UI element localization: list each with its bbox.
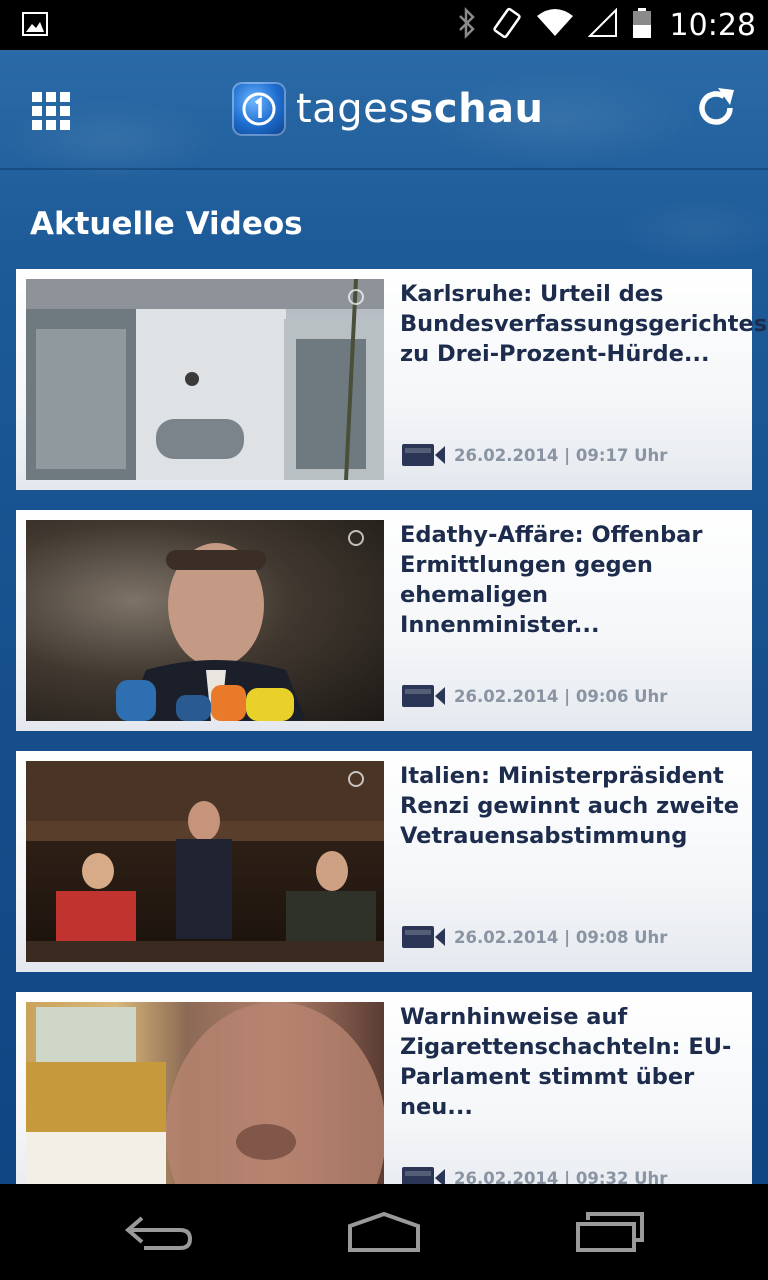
video-title: Italien: Ministerpräsident Renzi gewinnt…	[400, 763, 739, 849]
video-meta: 26.02.2014 | 09:32 Uhr	[402, 1166, 667, 1184]
video-card[interactable]: Edathy-Affäre: Offenbar Ermittlungen geg…	[16, 510, 752, 731]
video-camera-icon	[402, 685, 445, 707]
back-icon[interactable]	[124, 1210, 196, 1258]
wifi-icon	[536, 8, 574, 42]
video-meta: 26.02.2014 | 09:08 Uhr	[402, 925, 667, 949]
video-meta: 26.02.2014 | 09:17 Uhr	[402, 443, 667, 467]
video-thumbnail	[26, 1002, 384, 1184]
signal-icon	[587, 7, 618, 42]
bluetooth-icon	[456, 6, 478, 43]
status-time: 10:28	[669, 7, 756, 43]
grid-menu-icon[interactable]	[32, 92, 70, 130]
video-camera-icon	[402, 1167, 445, 1184]
video-card[interactable]: Italien: Ministerpräsident Renzi gewinnt…	[16, 751, 752, 972]
video-title: Edathy-Affäre: Offenbar Ermittlungen geg…	[400, 522, 703, 638]
video-date: 26.02.2014 | 09:08 Uhr	[454, 927, 668, 947]
battery-icon	[632, 7, 652, 43]
app-screen: tagesschau Aktuelle Videos Karlsruhe: Ur…	[0, 50, 768, 1184]
video-thumbnail	[26, 761, 384, 962]
logo-text-bold: schau	[409, 86, 544, 132]
video-date: 26.02.2014 | 09:17 Uhr	[454, 445, 668, 465]
recents-icon[interactable]	[574, 1210, 646, 1258]
video-title: Karlsruhe: Urteil des Bundesverfassungsg…	[400, 281, 768, 367]
refresh-icon[interactable]	[694, 86, 738, 130]
video-meta: 26.02.2014 | 09:06 Uhr	[402, 684, 667, 708]
navigation-bar	[0, 1184, 768, 1280]
status-bar: 10:28	[0, 0, 768, 50]
logo-text-regular: tages	[296, 86, 410, 132]
section-title: Aktuelle Videos	[30, 206, 303, 242]
ard-watermark-icon	[348, 289, 364, 305]
video-card[interactable]: Warnhinweise auf Zigarettenschachteln: E…	[16, 992, 752, 1184]
vibrate-icon	[492, 7, 522, 43]
video-card[interactable]: Karlsruhe: Urteil des Bundesverfassungsg…	[16, 269, 768, 490]
video-date: 26.02.2014 | 09:06 Uhr	[454, 686, 668, 706]
video-date: 26.02.2014 | 09:32 Uhr	[454, 1168, 668, 1185]
home-icon[interactable]	[346, 1210, 422, 1258]
logo-text: tagesschau	[296, 89, 544, 129]
video-camera-icon	[402, 444, 445, 466]
video-camera-icon	[402, 926, 445, 948]
image-notification-icon	[22, 12, 48, 40]
ard-watermark-icon	[348, 771, 364, 787]
video-thumbnail	[26, 520, 384, 721]
tagesschau-logo: tagesschau	[232, 82, 544, 136]
video-title: Warnhinweise auf Zigarettenschachteln: E…	[400, 1004, 732, 1120]
app-header: tagesschau	[0, 50, 768, 170]
video-thumbnail	[26, 279, 384, 480]
ard-watermark-icon	[348, 530, 364, 546]
ard-logo-icon	[232, 82, 286, 136]
